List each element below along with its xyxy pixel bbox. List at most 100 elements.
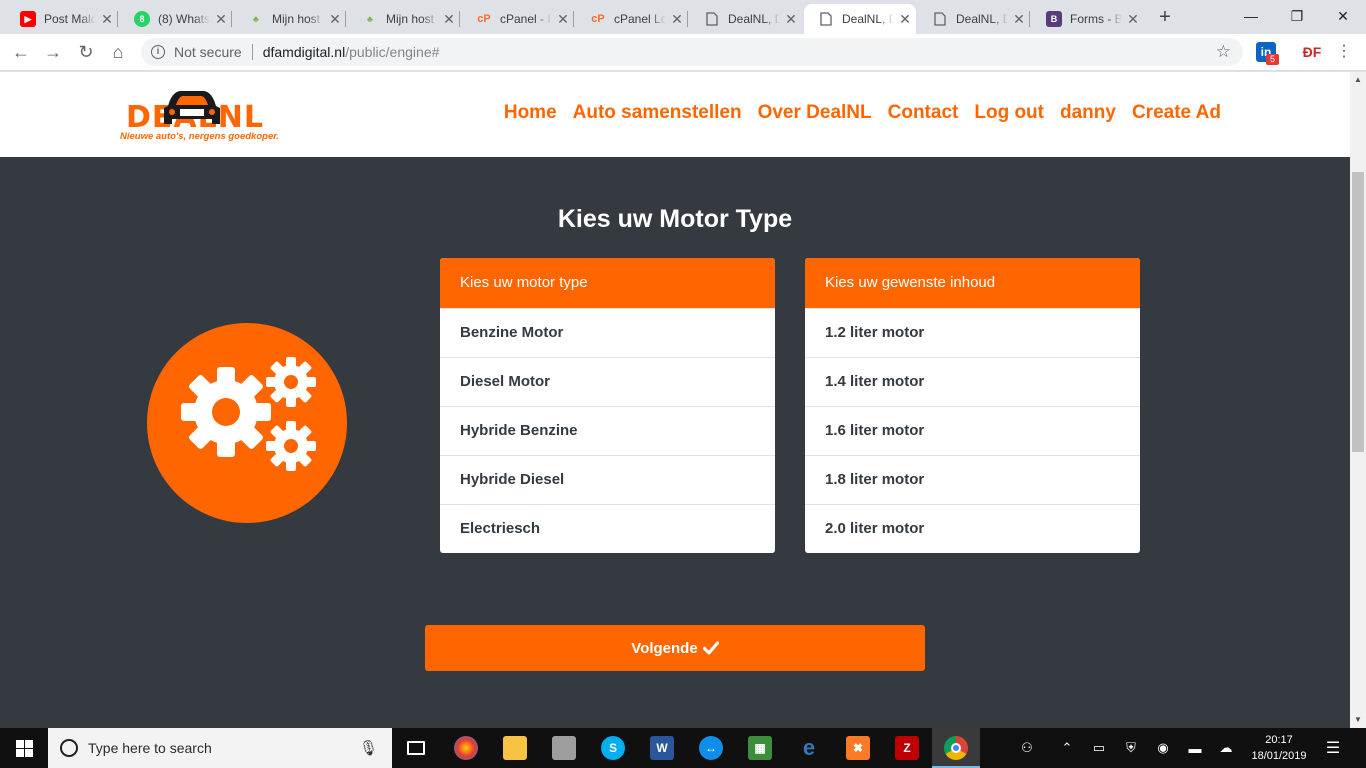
edge-icon[interactable]: e [785,728,833,768]
onedrive-icon[interactable]: ☁ [1214,728,1238,768]
tab-title: DealNL, D [956,12,1008,26]
close-icon[interactable]: ✕ [96,11,118,28]
restore-button[interactable]: ❐ [1274,0,1320,32]
tab-title: Mijn host [272,12,321,26]
motor-option-hybride-diesel[interactable]: Hybride Diesel [440,455,775,504]
clock-date: 18/01/2019 [1251,750,1307,762]
close-icon[interactable]: ✕ [552,11,574,28]
paint-app-icon[interactable] [442,728,490,768]
file-explorer-icon[interactable] [491,728,539,768]
nav-log-out[interactable]: Log out [974,102,1044,124]
site-header: DEALNL Nieuwe auto's, nergens goedkoper.… [0,72,1350,157]
cortana-icon [60,739,78,757]
chrome-icon[interactable] [932,728,980,768]
close-icon[interactable]: ✕ [666,11,688,28]
motor-option-hybride-benzine[interactable]: Hybride Benzine [440,406,775,455]
content-option-2-0[interactable]: 2.0 liter motor [805,504,1140,553]
motor-option-diesel[interactable]: Diesel Motor [440,357,775,406]
motor-type-header: Kies uw motor type [440,258,775,308]
taskbar-clock[interactable]: 20:17 18/01/2019 [1242,732,1316,764]
bookmark-star-icon[interactable]: ☆ [1216,42,1231,62]
filezilla-icon[interactable]: Z [883,728,931,768]
browser-tab[interactable]: ▶ Post Malc ✕ [6,4,118,34]
page-viewport: DEALNL Nieuwe auto's, nergens goedkoper.… [0,72,1350,728]
motor-option-benzine[interactable]: Benzine Motor [440,308,775,357]
scroll-down-arrow-icon[interactable]: ▼ [1350,712,1366,728]
minimize-button[interactable]: — [1228,0,1274,32]
close-icon[interactable]: ✕ [1122,11,1144,28]
nav-contact[interactable]: Contact [888,102,959,124]
scroll-up-arrow-icon[interactable]: ▲ [1350,72,1366,88]
tab-title: Mijn host [386,12,435,26]
xampp-icon[interactable]: ✖ [834,728,882,768]
forward-button[interactable]: → [41,40,65,64]
next-button-label: Volgende [631,639,698,657]
next-button[interactable]: Volgende [425,625,925,671]
df-extension-icon[interactable]: ÐF [1302,42,1322,62]
nav-over-dealnl[interactable]: Over DealNL [758,102,872,124]
browser-tab[interactable]: DealNL, D ✕ [690,4,802,34]
browser-tab[interactable]: ♣ Mijn host ✕ [348,4,460,34]
teamviewer-icon[interactable]: ↔ [687,728,735,768]
browser-tab[interactable]: ♣ Mijn host ✕ [234,4,346,34]
nav-home[interactable]: Home [504,102,557,124]
taskbar-search-box[interactable]: Type here to search 🎙 [48,728,392,768]
menu-kebab-icon[interactable]: ⋮ [1336,42,1352,62]
network-device-icon[interactable]: ▭ [1088,728,1110,768]
back-button[interactable]: ← [9,40,33,64]
browser-tab[interactable]: DealNL, D ✕ [918,4,1030,34]
url-host: dfamdigital.nl [262,44,346,60]
security-shield-icon[interactable]: ⛨ [1120,728,1142,768]
logo-tagline: Nieuwe auto's, nergens goedkoper. [120,131,280,142]
content-option-1-6[interactable]: 1.6 liter motor [805,406,1140,455]
task-view-button[interactable] [392,728,440,768]
notifications-icon[interactable]: ☰ [1318,728,1348,768]
close-icon[interactable]: ✕ [894,11,916,28]
browser-tab[interactable]: B Forms - B ✕ [1032,4,1144,34]
gears-icon [181,357,316,471]
clock-time: 20:17 [1265,734,1293,746]
info-icon[interactable]: i [151,45,165,59]
browser-tab[interactable]: 8 (8) Whats ✕ [120,4,232,34]
content-option-1-4[interactable]: 1.4 liter motor [805,357,1140,406]
people-icon[interactable]: ⚇ [1014,728,1040,768]
home-button[interactable]: ⌂ [106,40,130,64]
whatsapp-icon: 8 [134,11,150,27]
motor-option-electriesch[interactable]: Electriesch [440,504,775,553]
close-icon[interactable]: ✕ [324,11,346,28]
browser-tab[interactable]: cP cPanel Lo ✕ [576,4,688,34]
close-icon[interactable]: ✕ [438,11,460,28]
close-window-button[interactable]: ✕ [1320,0,1366,32]
content-option-1-8[interactable]: 1.8 liter motor [805,455,1140,504]
word-icon[interactable]: W [638,728,686,768]
battery-icon[interactable]: ▬ [1184,728,1206,768]
youtube-icon: ▶ [20,11,36,27]
chrome-tray-icon[interactable]: ◉ [1152,728,1174,768]
notepad-icon[interactable] [540,728,588,768]
nav-auto-samenstellen[interactable]: Auto samenstellen [573,102,742,124]
browser-tab[interactable]: cP cPanel - I ✕ [462,4,574,34]
browser-toolbar: ← → ↻ ⌂ i Not secure dfamdigital.nl/publ… [0,34,1366,71]
address-bar[interactable]: i Not secure dfamdigital.nl/public/engin… [141,38,1243,66]
scroll-thumb[interactable] [1352,172,1364,452]
close-icon[interactable]: ✕ [210,11,232,28]
tab-title: cPanel Lo [614,12,666,26]
hosting-icon: ♣ [367,14,373,24]
close-icon[interactable]: ✕ [1008,11,1030,28]
nav-create-ad[interactable]: Create Ad [1132,102,1221,124]
close-icon[interactable]: ✕ [780,11,802,28]
car-icon [164,91,220,124]
new-tab-button[interactable]: + [1152,6,1178,30]
browser-tab-active[interactable]: DealNL, D ✕ [804,4,916,34]
page-scrollbar[interactable]: ▲ ▼ [1350,72,1366,728]
address-divider [251,44,253,60]
dealnl-logo[interactable]: DEALNL Nieuwe auto's, nergens goedkoper. [120,84,300,144]
reload-button[interactable]: ↻ [74,40,98,64]
chart-app-icon[interactable]: ▦ [736,728,784,768]
nav-user-danny[interactable]: danny [1060,102,1116,124]
microphone-icon[interactable]: 🎙 [359,739,378,757]
show-hidden-icons[interactable]: ⌃ [1056,728,1078,768]
skype-icon[interactable]: S [589,728,637,768]
start-button[interactable] [0,728,48,768]
content-option-1-2[interactable]: 1.2 liter motor [805,308,1140,357]
